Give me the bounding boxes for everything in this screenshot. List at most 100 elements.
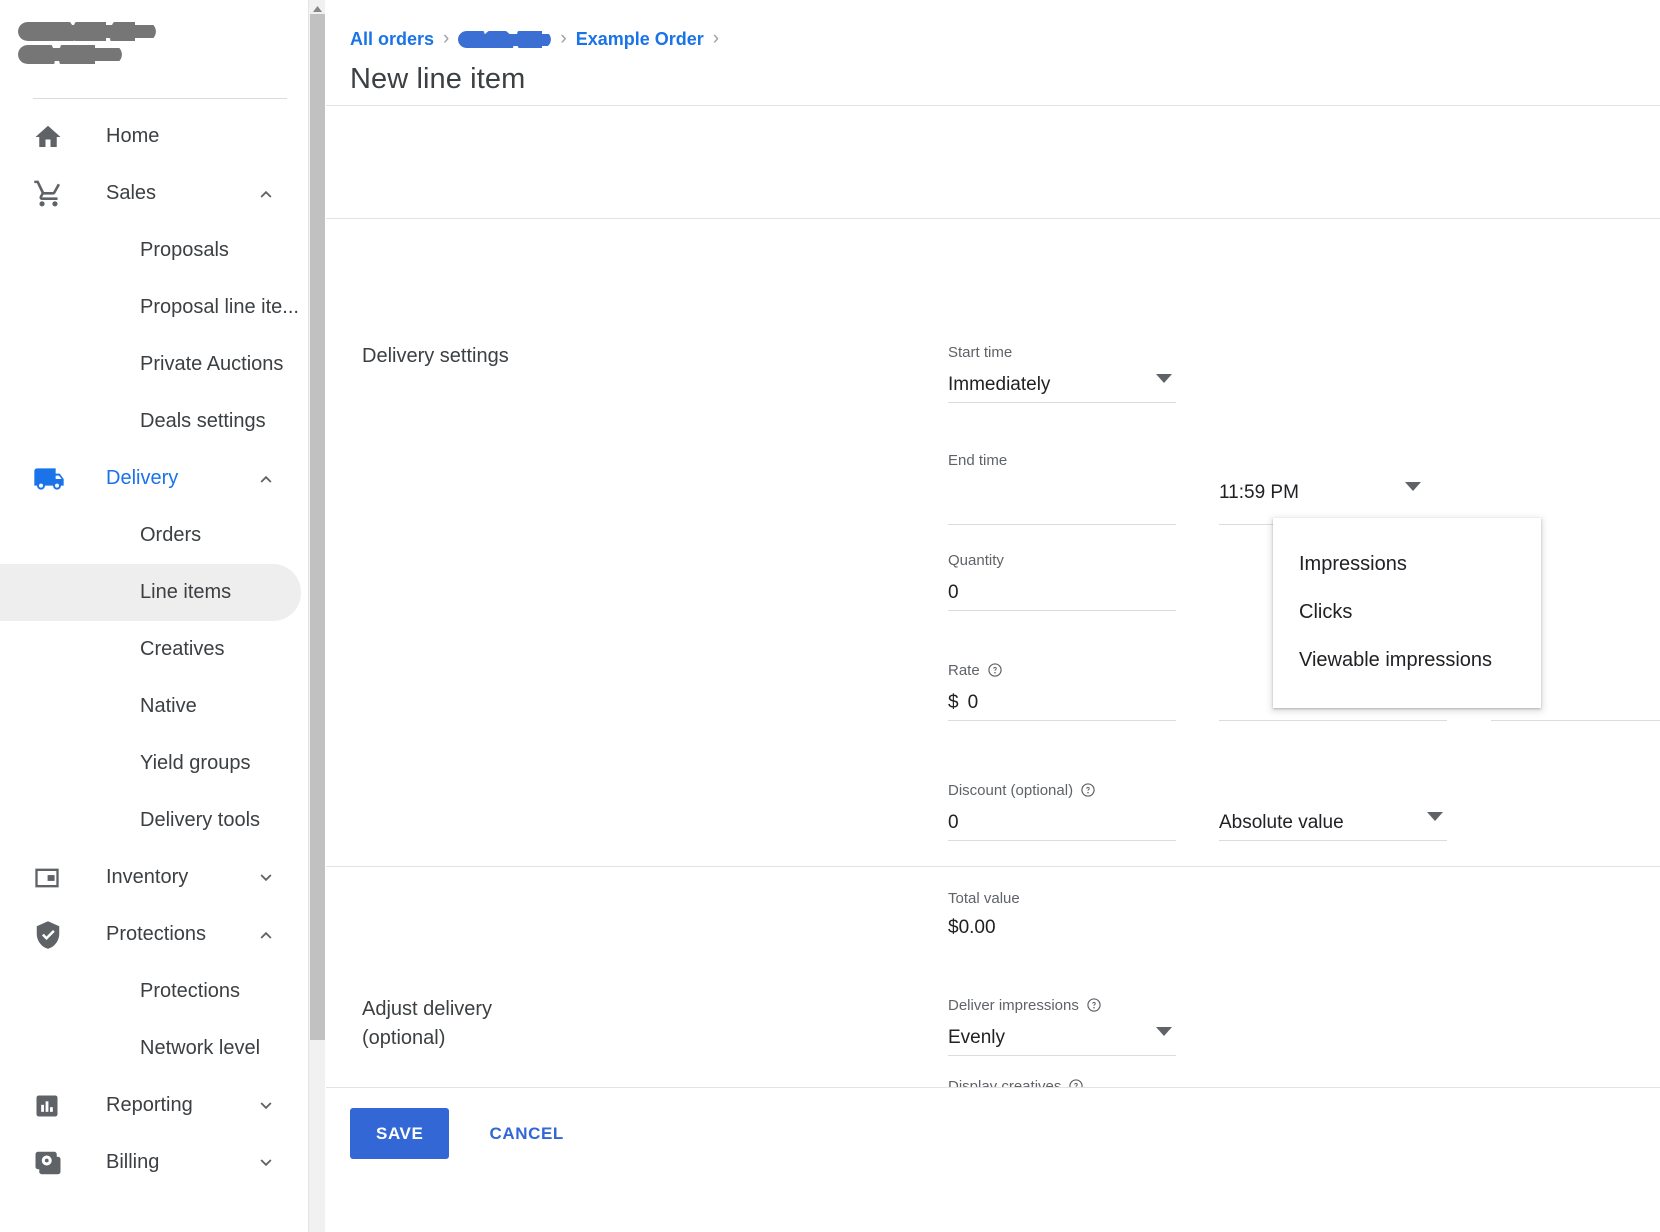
form-action-bar: SAVE CANCEL <box>326 1088 1660 1232</box>
rate-underline <box>948 720 1176 721</box>
sidebar-item-orders[interactable]: Orders <box>0 507 305 564</box>
quantity-underline <box>948 610 1176 611</box>
breadcrumb-separator-icon: › <box>713 28 719 50</box>
no-icon <box>33 692 67 722</box>
main-content-area: All orders››Example Order› New line item… <box>326 0 1660 1232</box>
delivery-settings-title: Delivery settings <box>362 342 509 371</box>
sidebar-item-reporting[interactable]: Reporting <box>0 1077 305 1134</box>
quantity-field[interactable]: Quantity 0 <box>948 550 1176 611</box>
rate-value-row[interactable]: $ 0 <box>948 680 1176 720</box>
end-time-field[interactable]: End time <box>948 450 1176 525</box>
chevron-up-icon[interactable] <box>255 924 277 946</box>
shield-check-icon <box>33 920 67 950</box>
sidebar-scrollbar-thumb[interactable] <box>310 14 325 1040</box>
start-time-underline <box>948 402 1176 403</box>
chevron-down-icon[interactable] <box>255 1095 277 1117</box>
header-divider <box>326 105 1660 106</box>
cancel-button[interactable]: CANCEL <box>467 1108 585 1159</box>
end-time-clock-label <box>1219 450 1425 470</box>
chevron-down-icon[interactable] <box>1427 812 1443 821</box>
quantity-label: Quantity <box>948 550 1176 570</box>
quantity-value[interactable]: 0 <box>948 570 1176 610</box>
no-icon <box>33 635 67 665</box>
sidebar-item-yield-groups[interactable]: Yield groups <box>0 735 305 792</box>
breadcrumb-item[interactable]: Example Order <box>576 29 704 50</box>
sidebar-item-label: Protections <box>106 923 206 946</box>
deliver-impressions-label: Deliver impressions <box>948 995 1176 1015</box>
start-time-value: Immediately <box>948 362 1176 402</box>
help-icon[interactable] <box>1086 997 1102 1013</box>
sidebar-item-label: Line items <box>140 581 231 604</box>
sidebar-item-label: Deals settings <box>140 410 266 433</box>
dropdown-option[interactable]: Clicks <box>1273 588 1541 636</box>
sidebar-item-deals-settings[interactable]: Deals settings <box>0 393 305 450</box>
discount-type-label <box>1219 780 1447 800</box>
home-icon <box>33 122 67 152</box>
sidebar-scrollbar[interactable] <box>308 0 325 1232</box>
bar-chart-icon <box>33 1091 67 1121</box>
rate-goal-dropdown-menu[interactable]: ImpressionsClicksViewable impressions <box>1273 518 1541 708</box>
breadcrumb-item[interactable]: All orders <box>350 29 434 50</box>
sidebar-item-label: Proposal line ite... <box>140 296 299 319</box>
help-icon[interactable] <box>987 662 1003 678</box>
no-icon <box>33 293 67 323</box>
sidebar-item-inventory[interactable]: Inventory <box>0 849 305 906</box>
start-time-field[interactable]: Start time Immediately <box>948 342 1176 403</box>
sidebar-item-delivery[interactable]: Delivery <box>0 450 305 507</box>
sidebar-item-label: Native <box>140 695 197 718</box>
discount-field[interactable]: Discount (optional) 0 <box>948 780 1176 841</box>
end-time-clock-field[interactable]: 11:59 PM <box>1219 450 1425 525</box>
dropdown-option[interactable]: Impressions <box>1273 540 1541 588</box>
no-icon <box>33 407 67 437</box>
sidebar-item-home[interactable]: Home <box>0 108 305 165</box>
redaction-scribble-line-1 <box>18 22 156 41</box>
sidebar-item-private-auctions[interactable]: Private Auctions <box>0 336 305 393</box>
breadcrumb-separator-icon: › <box>443 28 449 50</box>
total-value-field: Total value $0.00 <box>948 888 1248 939</box>
no-icon <box>33 578 67 608</box>
breadcrumb-item-redacted[interactable] <box>458 31 551 48</box>
breadcrumb-separator-icon: › <box>560 28 566 50</box>
sidebar-nav-list: HomeSales Proposals Proposal line ite... Pr… <box>0 99 305 1191</box>
sidebar-item-creatives[interactable]: Creatives <box>0 621 305 678</box>
sidebar-item-label: Proposals <box>140 239 229 262</box>
sidebar-item-network-level[interactable]: Network level <box>0 1020 305 1077</box>
dropdown-option[interactable]: Viewable impressions <box>1273 636 1541 684</box>
no-icon <box>33 749 67 779</box>
help-icon[interactable] <box>1080 782 1096 798</box>
sidebar-item-label: Protections <box>140 980 240 1003</box>
discount-underline <box>948 840 1176 841</box>
rate-goal-underline <box>1219 720 1447 721</box>
discount-value[interactable]: 0 <box>948 800 1176 840</box>
sidebar-item-proposal-line-ite[interactable]: Proposal line ite... <box>0 279 305 336</box>
save-button[interactable]: SAVE <box>350 1108 449 1159</box>
sidebar-item-label: Delivery tools <box>140 809 260 832</box>
chevron-down-icon[interactable] <box>255 1152 277 1174</box>
sidebar-item-line-items[interactable]: Line items <box>0 564 301 621</box>
sidebar-item-delivery-tools[interactable]: Delivery tools <box>0 792 305 849</box>
sidebar-item-label: Orders <box>140 524 201 547</box>
sidebar-item-sales[interactable]: Sales <box>0 165 305 222</box>
sidebar-item-proposals[interactable]: Proposals <box>0 222 305 279</box>
sidebar-item-protections[interactable]: Protections <box>0 906 305 963</box>
chevron-down-icon[interactable] <box>1156 374 1172 383</box>
section-divider-top <box>326 218 1660 219</box>
discount-type-field[interactable]: Absolute value <box>1219 780 1447 841</box>
end-time-underline <box>948 524 1176 525</box>
chevron-down-icon[interactable] <box>1156 1027 1172 1036</box>
chevron-up-icon[interactable] <box>255 468 277 490</box>
deliver-impressions-value: Evenly <box>948 1015 1176 1055</box>
deliver-impressions-field[interactable]: Deliver impressions Evenly <box>948 995 1176 1056</box>
chevron-down-icon[interactable] <box>1405 482 1421 491</box>
chevron-down-icon[interactable] <box>255 867 277 889</box>
rate-label-text: Rate <box>948 662 980 679</box>
no-icon <box>33 236 67 266</box>
sidebar-item-native[interactable]: Native <box>0 678 305 735</box>
account-name-redacted <box>0 0 305 88</box>
redaction-scribble-line-2 <box>18 45 122 64</box>
sidebar-item-protections[interactable]: Protections <box>0 963 305 1020</box>
sidebar-item-billing[interactable]: Billing <box>0 1134 305 1191</box>
chevron-up-icon[interactable] <box>255 183 277 205</box>
rate-field[interactable]: Rate $ 0 <box>948 660 1176 721</box>
no-icon <box>33 1034 67 1064</box>
